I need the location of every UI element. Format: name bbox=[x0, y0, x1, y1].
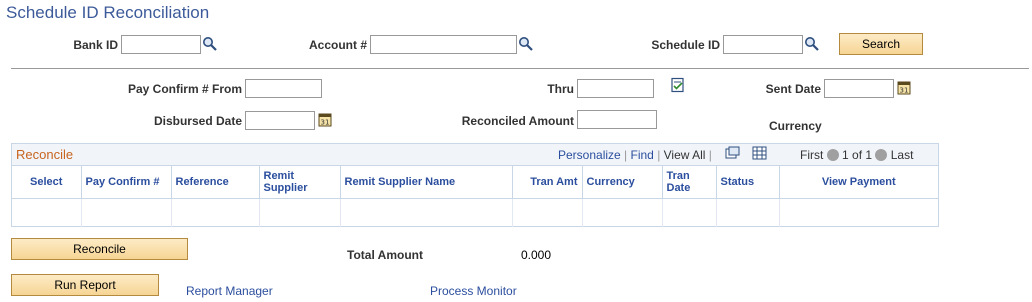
prev-icon[interactable] bbox=[826, 149, 839, 161]
table-cell bbox=[716, 198, 780, 227]
table-cell bbox=[582, 198, 663, 227]
calendar-icon[interactable]: 31 bbox=[896, 80, 912, 96]
table-header-row: Select Pay Confirm # Reference Remit Sup… bbox=[12, 166, 938, 199]
sent-date-input[interactable] bbox=[824, 79, 894, 98]
currency-label: Currency bbox=[769, 119, 822, 133]
total-amount-label: Total Amount bbox=[347, 248, 423, 262]
col-tran-amt: Tran Amt bbox=[512, 166, 583, 199]
reconciled-amount-label: Reconciled Amount bbox=[461, 114, 574, 128]
schedule-id-input[interactable] bbox=[723, 35, 803, 54]
table-cell bbox=[81, 198, 172, 227]
download-icon[interactable] bbox=[752, 146, 767, 160]
search-button[interactable]: Search bbox=[839, 33, 923, 55]
next-icon[interactable] bbox=[875, 149, 888, 161]
first-link[interactable]: First bbox=[800, 148, 823, 162]
disbursed-date-label: Disbursed Date bbox=[153, 114, 242, 128]
disbursed-date-input[interactable] bbox=[245, 111, 315, 130]
col-view-payment: View Payment bbox=[779, 166, 938, 199]
reconcile-button[interactable]: Reconcile bbox=[11, 238, 188, 260]
calendar-icon[interactable]: 31 bbox=[317, 112, 333, 128]
table-cell bbox=[779, 198, 938, 227]
find-link[interactable]: Find bbox=[631, 148, 654, 162]
grid-header-bar: Reconcile Personalize | Find | View All … bbox=[12, 144, 938, 166]
col-select: Select bbox=[12, 166, 82, 199]
account-label: Account # bbox=[308, 38, 367, 52]
page-title: Schedule ID Reconciliation bbox=[6, 3, 210, 22]
thru-label: Thru bbox=[547, 82, 574, 96]
col-tran-date: Tran Date bbox=[662, 166, 717, 199]
lookup-icon[interactable] bbox=[804, 36, 820, 52]
divider bbox=[11, 68, 1029, 69]
lookup-icon[interactable] bbox=[202, 36, 218, 52]
reconcile-grid: Reconcile Personalize | Find | View All … bbox=[11, 143, 939, 227]
bank-id-label: Bank ID bbox=[73, 38, 118, 52]
table-cell bbox=[512, 198, 583, 227]
last-link[interactable]: Last bbox=[891, 148, 914, 162]
run-report-button[interactable]: Run Report bbox=[11, 274, 159, 296]
col-reference: Reference bbox=[171, 166, 260, 199]
reconciled-amount-input[interactable] bbox=[577, 110, 657, 129]
svg-text:31: 31 bbox=[900, 87, 909, 95]
table-cell bbox=[259, 198, 341, 227]
pay-confirm-from-input[interactable] bbox=[245, 79, 322, 98]
col-pay-confirm: Pay Confirm # bbox=[81, 166, 172, 199]
account-input[interactable] bbox=[370, 35, 517, 54]
personalize-link[interactable]: Personalize bbox=[558, 148, 621, 162]
pay-confirm-from-label: Pay Confirm # From bbox=[127, 82, 242, 96]
table-cell bbox=[171, 198, 260, 227]
table-cell bbox=[340, 198, 513, 227]
process-monitor-link[interactable]: Process Monitor bbox=[430, 284, 517, 298]
col-currency: Currency bbox=[582, 166, 663, 199]
col-status: Status bbox=[716, 166, 780, 199]
total-amount-value: 0.000 bbox=[521, 248, 552, 262]
zoom-icon[interactable] bbox=[725, 146, 740, 160]
table-row bbox=[12, 198, 938, 227]
table-cell bbox=[12, 198, 82, 227]
page-info: 1 of 1 bbox=[842, 148, 873, 162]
thru-input[interactable] bbox=[577, 79, 654, 98]
col-remit-supplier-name: Remit Supplier Name bbox=[340, 166, 513, 199]
view-all-link[interactable]: View All bbox=[664, 148, 706, 162]
col-remit-supplier: Remit Supplier bbox=[259, 166, 341, 199]
table-cell bbox=[662, 198, 717, 227]
sent-date-label: Sent Date bbox=[765, 82, 821, 96]
report-manager-link[interactable]: Report Manager bbox=[186, 284, 273, 298]
reconcile-table: Select Pay Confirm # Reference Remit Sup… bbox=[12, 166, 938, 227]
lookup-icon[interactable] bbox=[518, 36, 534, 52]
bank-id-input[interactable] bbox=[121, 35, 201, 54]
svg-text:31: 31 bbox=[321, 119, 330, 127]
detail-icon[interactable] bbox=[670, 77, 686, 93]
schedule-id-label: Schedule ID bbox=[651, 38, 720, 52]
grid-title: Reconcile bbox=[16, 147, 74, 162]
